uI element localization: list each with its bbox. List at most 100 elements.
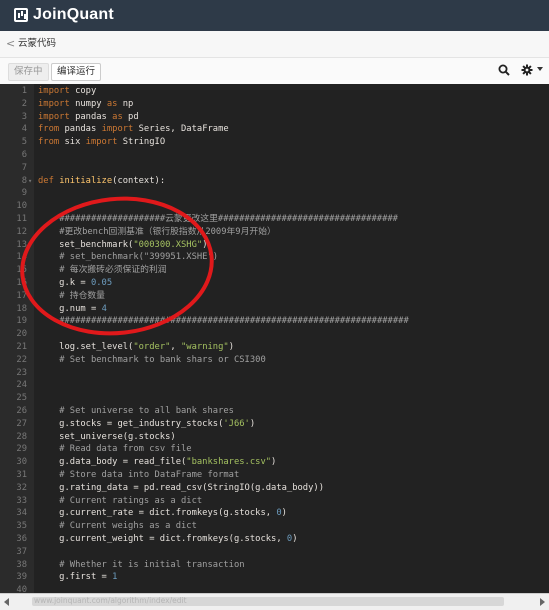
scroll-right-icon[interactable] <box>540 598 545 606</box>
line-number: 16 <box>16 278 27 288</box>
code-text: # set_benchmark("399951.XSHE") <box>59 252 219 263</box>
code-text: set_universe(g.stocks) <box>38 431 176 442</box>
code-line[interactable]: 2 import numpy as np <box>0 98 549 111</box>
code-line[interactable]: 28 set_universe(g.stocks) <box>0 431 549 444</box>
line-number: 2 <box>21 98 27 109</box>
code-line[interactable]: 33 # Current ratings as a dict <box>0 495 549 508</box>
code-text: # Set benchmark to bank shars or CSI300 <box>59 354 266 365</box>
line-number: 13 <box>16 239 27 250</box>
code-text: # 每次搬砖必须保证的利润 <box>59 265 167 276</box>
code-text: #更改bench回测基准（银行股指数从2009年9月开始） <box>59 226 276 237</box>
code-line[interactable]: 3 import pandas as pd <box>0 111 549 124</box>
line-number: 6 <box>21 150 27 160</box>
code-line[interactable]: 4 from pandas import Series, DataFrame <box>0 123 549 136</box>
line-number: 36 <box>16 534 27 544</box>
code-line[interactable]: 21 log.set_level("order", "warning") <box>0 341 549 354</box>
line-number: 5 <box>21 137 27 148</box>
code-text: # 持仓数量 <box>59 290 105 301</box>
line-number: 26 <box>16 406 27 416</box>
code-line[interactable]: 6 <box>0 149 549 162</box>
code-line[interactable]: 15 # 每次搬砖必须保证的利润 <box>0 264 549 277</box>
back-chevron-icon[interactable]: < <box>6 38 15 50</box>
line-number: 28 <box>16 431 27 442</box>
code-line[interactable]: 5 from six import StringIO <box>0 136 549 149</box>
code-line[interactable]: 10 <box>0 200 549 213</box>
compile-run-button[interactable]: 编译运行 <box>51 63 102 81</box>
code-text: set_benchmark("000300.XSHG") <box>38 239 208 250</box>
code-line[interactable]: 7 <box>0 162 549 175</box>
code-line[interactable]: 1 import copy <box>0 85 549 98</box>
code-text: # Set universe to all bank shares <box>59 406 234 416</box>
line-number: 34 <box>16 508 27 519</box>
code-text: # Current weighs as a dict <box>59 521 197 532</box>
code-line[interactable]: 12 #更改bench回测基准（银行股指数从2009年9月开始） <box>0 226 549 239</box>
code-line[interactable]: 32 g.rating_data = pd.read_csv(StringIO(… <box>0 482 549 495</box>
search-icon[interactable] <box>498 64 510 76</box>
chevron-down-icon[interactable] <box>537 67 543 71</box>
code-line[interactable]: 31 # Store data into DataFrame format <box>0 469 549 482</box>
line-number: 23 <box>16 367 27 378</box>
code-text: g.first = 1 <box>38 572 118 583</box>
code-line[interactable]: 19 #####################################… <box>0 315 549 328</box>
code-line[interactable]: 8 ▾ def initialize(context): <box>0 175 549 188</box>
horizontal-scrollbar[interactable]: www.joinquant.com/algorithm/index/edit <box>0 593 549 610</box>
line-number: 33 <box>16 495 27 506</box>
scroll-left-icon[interactable] <box>4 598 9 606</box>
code-line[interactable]: 25 <box>0 392 549 405</box>
code-text: g.k = 0.05 <box>38 278 113 288</box>
app-header: JoinQuant <box>0 0 549 31</box>
code-line[interactable]: 20 <box>0 328 549 341</box>
code-line[interactable]: 39 g.first = 1 <box>0 571 549 584</box>
code-line[interactable]: 36 g.current_weight = dict.fromkeys(g.st… <box>0 533 549 546</box>
fold-arrow-icon[interactable]: ▾ <box>28 175 32 188</box>
code-line[interactable]: 40 <box>0 584 549 593</box>
code-text: g.num = 4 <box>38 303 107 314</box>
code-text: ####################云蒙更改这里##############… <box>59 214 398 224</box>
code-line[interactable]: 26 # Set universe to all bank shares <box>0 405 549 418</box>
code-text: # Whether it is initial transaction <box>59 559 245 570</box>
line-number: 18 <box>16 303 27 314</box>
code-line[interactable]: 18 g.num = 4 <box>0 303 549 316</box>
file-title: 云蒙代码 <box>18 38 57 49</box>
code-line[interactable]: 29 # Read data from csv file <box>0 443 549 456</box>
gear-icon[interactable] <box>521 64 533 76</box>
brand-logo[interactable]: JoinQuant <box>14 6 114 24</box>
line-number: 12 <box>16 226 27 237</box>
code-text: import pandas as pd <box>38 111 139 122</box>
code-line[interactable]: 16 g.k = 0.05 <box>0 277 549 290</box>
brand-name: JoinQuant <box>33 6 114 23</box>
code-text: import copy <box>38 86 97 96</box>
code-text: g.current_rate = dict.fromkeys(g.stocks,… <box>38 508 287 519</box>
code-line[interactable]: 37 <box>0 546 549 559</box>
line-number: 30 <box>16 457 27 468</box>
code-line[interactable]: 38 # Whether it is initial transaction <box>0 559 549 572</box>
breadcrumb: < 云蒙代码 <box>0 31 549 58</box>
code-line[interactable]: 23 <box>0 367 549 380</box>
code-text: # Read data from csv file <box>59 444 192 455</box>
code-text: g.rating_data = pd.read_csv(StringIO(g.d… <box>38 482 324 493</box>
code-line[interactable]: 11 ####################云蒙更改这里###########… <box>0 213 549 226</box>
save-button[interactable]: 保存中 <box>8 63 49 81</box>
code-line[interactable]: 9 <box>0 187 549 200</box>
line-number: 39 <box>16 572 27 583</box>
code-line[interactable]: 34 g.current_rate = dict.fromkeys(g.stoc… <box>0 507 549 520</box>
line-number: 38 <box>16 559 27 570</box>
code-line[interactable]: 24 <box>0 379 549 392</box>
code-text: log.set_level("order", "warning") <box>38 342 234 352</box>
code-line[interactable]: 14 # set_benchmark("399951.XSHE") <box>0 251 549 264</box>
line-number: 11 <box>16 214 27 224</box>
code-editor[interactable]: 1 import copy 2 import numpy as np 3 import p… <box>0 84 549 593</box>
line-number: 21 <box>16 342 27 352</box>
line-number: 17 <box>16 290 27 301</box>
code-line[interactable]: 17 # 持仓数量 <box>0 290 549 303</box>
line-number: 9 <box>21 188 27 199</box>
line-number: 29 <box>16 444 27 455</box>
code-line[interactable]: 35 # Current weighs as a dict <box>0 520 549 533</box>
line-number: 1 <box>21 86 27 96</box>
code-line[interactable]: 22 # Set benchmark to bank shars or CSI3… <box>0 354 549 367</box>
code-line[interactable]: 13 set_benchmark("000300.XSHG") <box>0 239 549 252</box>
code-line[interactable]: 27 g.stocks = get_industry_stocks('J66') <box>0 418 549 431</box>
code-text: def initialize(context): <box>38 175 166 186</box>
code-line[interactable]: 30 g.data_body = read_file("bankshares.c… <box>0 456 549 469</box>
line-number: 25 <box>16 393 27 404</box>
